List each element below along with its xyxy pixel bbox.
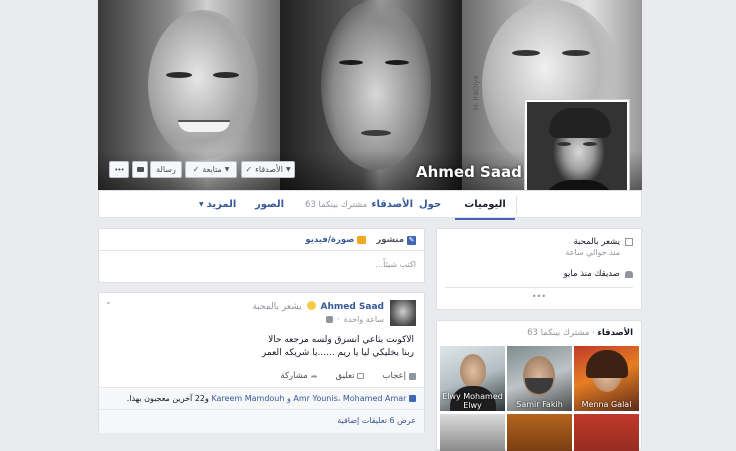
audience-icon	[326, 316, 334, 323]
photo-icon	[357, 236, 367, 244]
post-meta: ساعة واحدة ·	[326, 315, 384, 324]
tab-more[interactable]: ▼ المزيد	[199, 191, 236, 218]
video-camera-icon	[136, 167, 144, 172]
more-activity-button[interactable]: •••	[437, 292, 641, 301]
post-time[interactable]: ساعة واحدة	[344, 315, 384, 324]
post-author-avatar[interactable]	[390, 300, 416, 326]
check-icon: ✓	[245, 165, 253, 174]
caret-down-icon: ▼	[224, 166, 230, 173]
tab-timeline[interactable]: اليوميات	[455, 191, 515, 220]
post-text: الاكونت بتاعي انسرق ولسه مرجعه حالا ربنا…	[261, 335, 414, 358]
more-options-button[interactable]: •••	[109, 161, 129, 178]
tab-about[interactable]: حول	[419, 191, 441, 218]
composer-input[interactable]: اكتب شيئاً...	[376, 260, 416, 269]
composer-photo-tab[interactable]: صورة/فيديو	[305, 235, 367, 245]
like-count-icon	[409, 395, 416, 402]
friend-thumbnail[interactable]: Samir Fakih	[507, 346, 572, 411]
post-actions: إعجاب تعليق ➦ مشاركة	[280, 371, 416, 381]
likes-summary: Amr Younis، Mohamed Amar و Kareem Mamdou…	[99, 387, 424, 410]
thumbs-up-icon	[409, 372, 416, 380]
friend-thumbnail[interactable]	[440, 414, 505, 451]
friend-thumbnail[interactable]: Elwy Mohamed Elwy	[440, 346, 505, 411]
caret-down-icon: ▼	[285, 166, 291, 173]
post-author-name[interactable]: Ahmed Saad	[320, 302, 384, 312]
friends-icon	[625, 270, 633, 278]
check-icon: ✓	[192, 165, 200, 174]
post-header: Ahmed Saad يشعر بالمحبة	[252, 301, 384, 312]
status-icon	[625, 238, 633, 246]
intro-card: يشعر بالمحبة منذ حوالي ساعة صديقك منذ ما…	[436, 228, 642, 310]
video-call-button[interactable]	[132, 161, 148, 178]
friend-thumbnail[interactable]: Menna Galal	[574, 346, 639, 411]
cover-watermark: H. IraQiya	[472, 75, 480, 110]
caret-down-icon: ▼	[199, 201, 204, 208]
comment-icon	[357, 373, 365, 379]
friends-card-header[interactable]: الأصدقاء · مشترك بينكما 63	[527, 328, 633, 338]
composer-status-tab[interactable]: ✎ منشور	[376, 235, 416, 245]
like-button[interactable]: إعجاب	[382, 371, 416, 381]
view-more-comments-link[interactable]: عرض 6 تعليقات إضافية	[337, 416, 416, 425]
comment-button[interactable]: تعليق	[336, 371, 365, 381]
friend-thumbnail[interactable]	[507, 414, 572, 451]
friend-thumbnail[interactable]	[574, 414, 639, 451]
share-button[interactable]: ➦ مشاركة	[280, 371, 317, 381]
profile-name[interactable]: Ahmed Saad	[416, 163, 522, 181]
profile-picture[interactable]	[524, 99, 630, 190]
comments-section: عرض 6 تعليقات إضافية	[99, 409, 424, 433]
smile-emoji-icon	[306, 301, 316, 310]
friends-card: الأصدقاء · مشترك بينكما 63 Menna Galal S…	[436, 320, 642, 451]
tab-friends[interactable]: مشترك بينكما 63 الأصدقاء	[305, 191, 413, 218]
message-button[interactable]: رسالة	[150, 161, 182, 178]
post-options-chevron-icon[interactable]: ⌄	[105, 297, 112, 306]
tab-photos[interactable]: الصور	[255, 191, 284, 218]
friends-button[interactable]: ✓ الأصدقاء ▼	[241, 161, 295, 178]
feeling-item[interactable]: يشعر بالمحبة منذ حوالي ساعة	[453, 237, 633, 257]
profile-nav: اليوميات حول مشترك بينكما 63 الأصدقاء ال…	[98, 190, 642, 220]
friend-since-item: صديقك منذ مايو	[453, 269, 633, 279]
composer: ✎ منشور صورة/فيديو اكتب شيئاً...	[98, 228, 425, 283]
post-card: ⌄ Ahmed Saad يشعر بالمحبة ساعة واحدة · ا…	[98, 292, 425, 433]
follow-button[interactable]: ✓ متابعة ▼	[185, 161, 237, 178]
pencil-icon: ✎	[407, 235, 416, 245]
ellipsis-icon: •••	[114, 165, 124, 174]
cover-photo[interactable]: H. IraQiya Ahmed Saad ✓ الأصدقاء ▼ ✓ متا…	[98, 0, 642, 190]
share-arrow-icon: ➦	[310, 371, 318, 381]
